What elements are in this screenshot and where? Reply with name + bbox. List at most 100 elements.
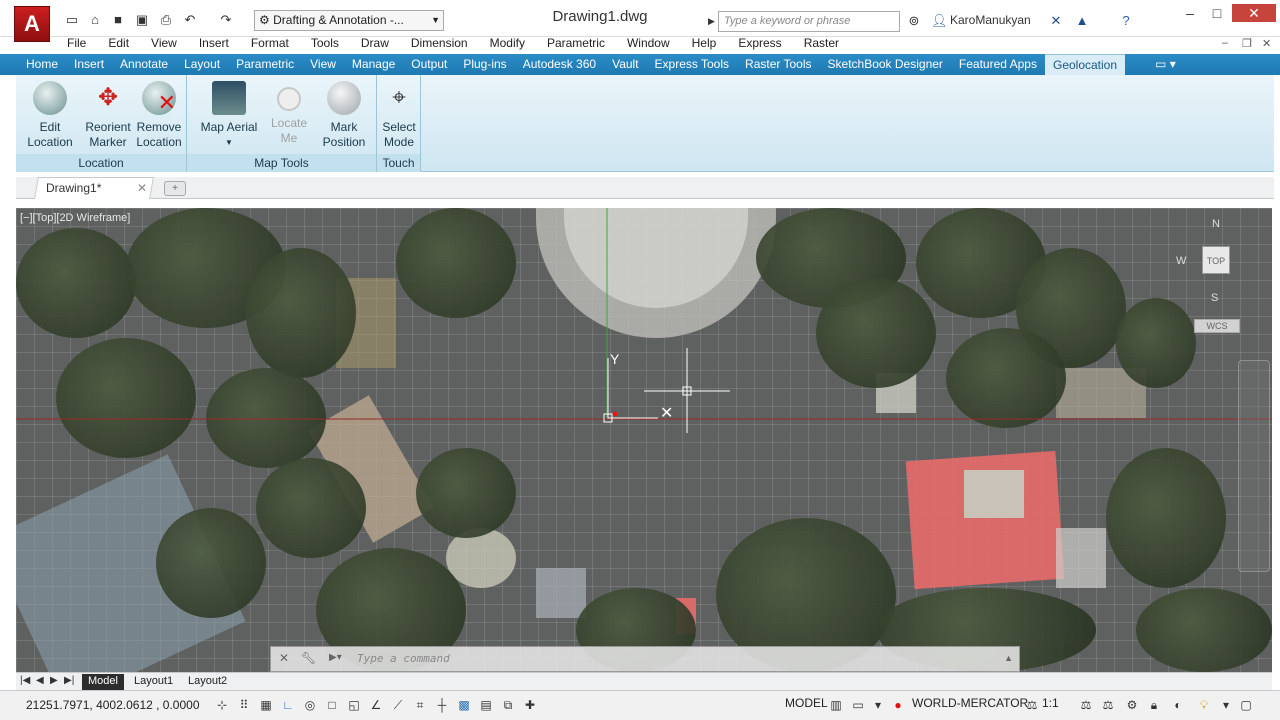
tab-raster-tools[interactable]: Raster Tools <box>737 54 819 75</box>
wcs-menu[interactable]: WCS <box>1194 319 1240 333</box>
doc-minimize-button[interactable]: – <box>1222 37 1228 49</box>
ribbon-minimize-icon[interactable]: ▭ ▾ <box>1125 54 1184 75</box>
tab-annotate[interactable]: Annotate <box>112 54 176 75</box>
application-menu-button[interactable]: A <box>14 6 50 42</box>
mark-position-button[interactable]: Mark Position <box>315 81 373 150</box>
object-snap-tracking-icon[interactable]: ∠ <box>368 697 384 713</box>
menu-file[interactable]: File <box>56 37 97 53</box>
search-input[interactable]: Type a keyword or phrase <box>718 11 900 32</box>
navigation-bar[interactable] <box>1238 360 1270 572</box>
binoculars-icon[interactable]: ⊚ <box>906 13 922 29</box>
tab-vault[interactable]: Vault <box>604 54 646 75</box>
undo-icon[interactable]: ↶ <box>182 12 198 28</box>
viewcube-north[interactable]: N <box>1212 218 1220 230</box>
tab-home[interactable]: Home <box>18 54 66 75</box>
ortho-mode-icon[interactable]: ∟ <box>280 697 296 713</box>
tab-manage[interactable]: Manage <box>344 54 403 75</box>
tab-model[interactable]: Model <box>82 674 124 690</box>
menu-format[interactable]: Format <box>240 37 300 53</box>
geo-marker-icon[interactable]: ● <box>890 697 906 713</box>
annotation-scale-icon[interactable]: ⚖ <box>1024 697 1040 713</box>
open-file-icon[interactable]: ⌂ <box>87 12 103 28</box>
new-tab-button[interactable]: + <box>164 181 186 196</box>
menu-dimension[interactable]: Dimension <box>400 37 479 53</box>
quick-view-layouts-icon[interactable]: ▥ <box>828 697 844 713</box>
menu-raster[interactable]: Raster <box>793 37 850 53</box>
chevron-down-icon[interactable]: ▾ <box>870 697 886 713</box>
menu-view[interactable]: View <box>140 37 188 53</box>
new-file-icon[interactable]: ▭ <box>64 12 80 28</box>
close-button[interactable]: ✕ <box>1232 4 1276 22</box>
tab-autodesk-360[interactable]: Autodesk 360 <box>515 54 604 75</box>
wrench-icon[interactable]: 🔧︎ <box>301 651 316 665</box>
tab-layout1[interactable]: Layout1 <box>128 674 179 690</box>
doc-restore-button[interactable]: ❐ <box>1242 37 1252 50</box>
tab-express-tools[interactable]: Express Tools <box>647 54 737 75</box>
polar-tracking-icon[interactable]: ◎ <box>302 697 318 713</box>
lineweight-icon[interactable]: ┼ <box>434 697 450 713</box>
tab-view[interactable]: View <box>302 54 344 75</box>
next-layout-icon[interactable]: ▶ <box>50 675 58 686</box>
status-menu-icon[interactable]: ▾ <box>1218 697 1234 713</box>
redo-icon[interactable]: ↷ <box>218 12 234 28</box>
help-icon[interactable]: ? <box>1118 13 1134 29</box>
tab-plug-ins[interactable]: Plug-ins <box>455 54 514 75</box>
map-aerial-button[interactable]: Map Aerial ▼ <box>197 81 261 150</box>
menu-parametric[interactable]: Parametric <box>536 37 616 53</box>
annotation-scale-value[interactable]: 1:1 <box>1042 696 1059 710</box>
viewcube-west[interactable]: W <box>1176 255 1186 267</box>
menu-insert[interactable]: Insert <box>188 37 240 53</box>
dynamic-input-icon[interactable]: ⌗ <box>412 697 428 713</box>
close-icon[interactable]: ✕ <box>279 651 289 665</box>
tab-layout[interactable]: Layout <box>176 54 228 75</box>
coordinate-system-label[interactable]: WORLD-MERCATOR <box>912 696 1028 710</box>
menu-edit[interactable]: Edit <box>97 37 140 53</box>
drawing-viewport[interactable]: Y ✕ [−][Top][2D Wireframe] N W TOP S WCS… <box>16 208 1272 672</box>
quick-view-drawings-icon[interactable]: ▭ <box>850 697 866 713</box>
prev-layout-icon[interactable]: ◀ <box>36 675 44 686</box>
tab-output[interactable]: Output <box>403 54 455 75</box>
viewcube-top[interactable]: TOP <box>1202 246 1230 274</box>
hardware-acceleration-icon[interactable]: ◐ <box>1170 697 1186 713</box>
tab-parametric[interactable]: Parametric <box>228 54 302 75</box>
last-layout-icon[interactable]: ▶| <box>64 675 74 686</box>
reorient-marker-button[interactable]: ✥ Reorient Marker <box>80 81 136 150</box>
command-line[interactable]: ✕ 🔧︎ ▶︎▾ Type a command ▲ <box>270 646 1020 672</box>
command-prompt-icon[interactable]: ▶︎▾ <box>329 652 342 663</box>
3d-object-snap-icon[interactable]: ◱ <box>346 697 362 713</box>
annotation-monitor-icon[interactable]: ✚ <box>522 697 538 713</box>
coordinates-readout[interactable]: 21251.7971, 4002.0612 , 0.0000 <box>26 698 200 712</box>
tab-insert[interactable]: Insert <box>66 54 112 75</box>
locate-me-button[interactable]: Locate Me <box>265 81 313 146</box>
menu-window[interactable]: Window <box>616 37 681 53</box>
transparency-icon[interactable]: ▩ <box>456 697 472 713</box>
menu-tools[interactable]: Tools <box>300 37 350 53</box>
lock-icon[interactable]: 🔒︎ <box>1146 697 1162 713</box>
print-icon[interactable]: ⎙ <box>158 12 174 28</box>
snap-mode-icon[interactable]: ⠿ <box>236 697 252 713</box>
remove-location-button[interactable]: ✕ Remove Location <box>132 81 186 150</box>
tab-geolocation[interactable]: Geolocation <box>1044 54 1126 75</box>
viewport-controls-label[interactable]: [−][Top][2D Wireframe] <box>20 212 130 224</box>
tab-featured-apps[interactable]: Featured Apps <box>951 54 1045 75</box>
edit-location-button[interactable]: Edit Location <box>20 81 80 150</box>
maximize-button[interactable]: □ <box>1205 4 1229 22</box>
isolate-objects-icon[interactable]: 💡︎ <box>1196 697 1212 713</box>
user-icon[interactable]: 👤︎ <box>931 13 948 29</box>
doc-close-button[interactable]: ✕ <box>1262 37 1271 50</box>
tab-layout2[interactable]: Layout2 <box>182 674 233 690</box>
auto-scale-icon[interactable]: ⚖ <box>1100 697 1116 713</box>
selection-cycling-icon[interactable]: ⧉ <box>500 697 516 713</box>
menu-modify[interactable]: Modify <box>479 37 536 53</box>
menu-draw[interactable]: Draw <box>350 37 400 53</box>
infer-constraints-icon[interactable]: ⊹ <box>214 697 230 713</box>
dynamic-ucs-icon[interactable]: ⟋ <box>390 697 406 713</box>
menu-express[interactable]: Express <box>727 37 792 53</box>
user-name[interactable]: KaroManukyan <box>950 13 1031 27</box>
file-tab-close-icon[interactable]: ✕ <box>137 181 147 195</box>
exchange-apps-icon[interactable]: ✕ <box>1048 13 1064 29</box>
select-mode-button[interactable]: ⌖ Select Mode <box>379 81 419 150</box>
command-input[interactable]: Type a command <box>357 652 450 665</box>
annotation-visibility-icon[interactable]: ⚖ <box>1078 697 1094 713</box>
workspace-switching-icon[interactable]: ⚙ <box>1124 697 1140 713</box>
